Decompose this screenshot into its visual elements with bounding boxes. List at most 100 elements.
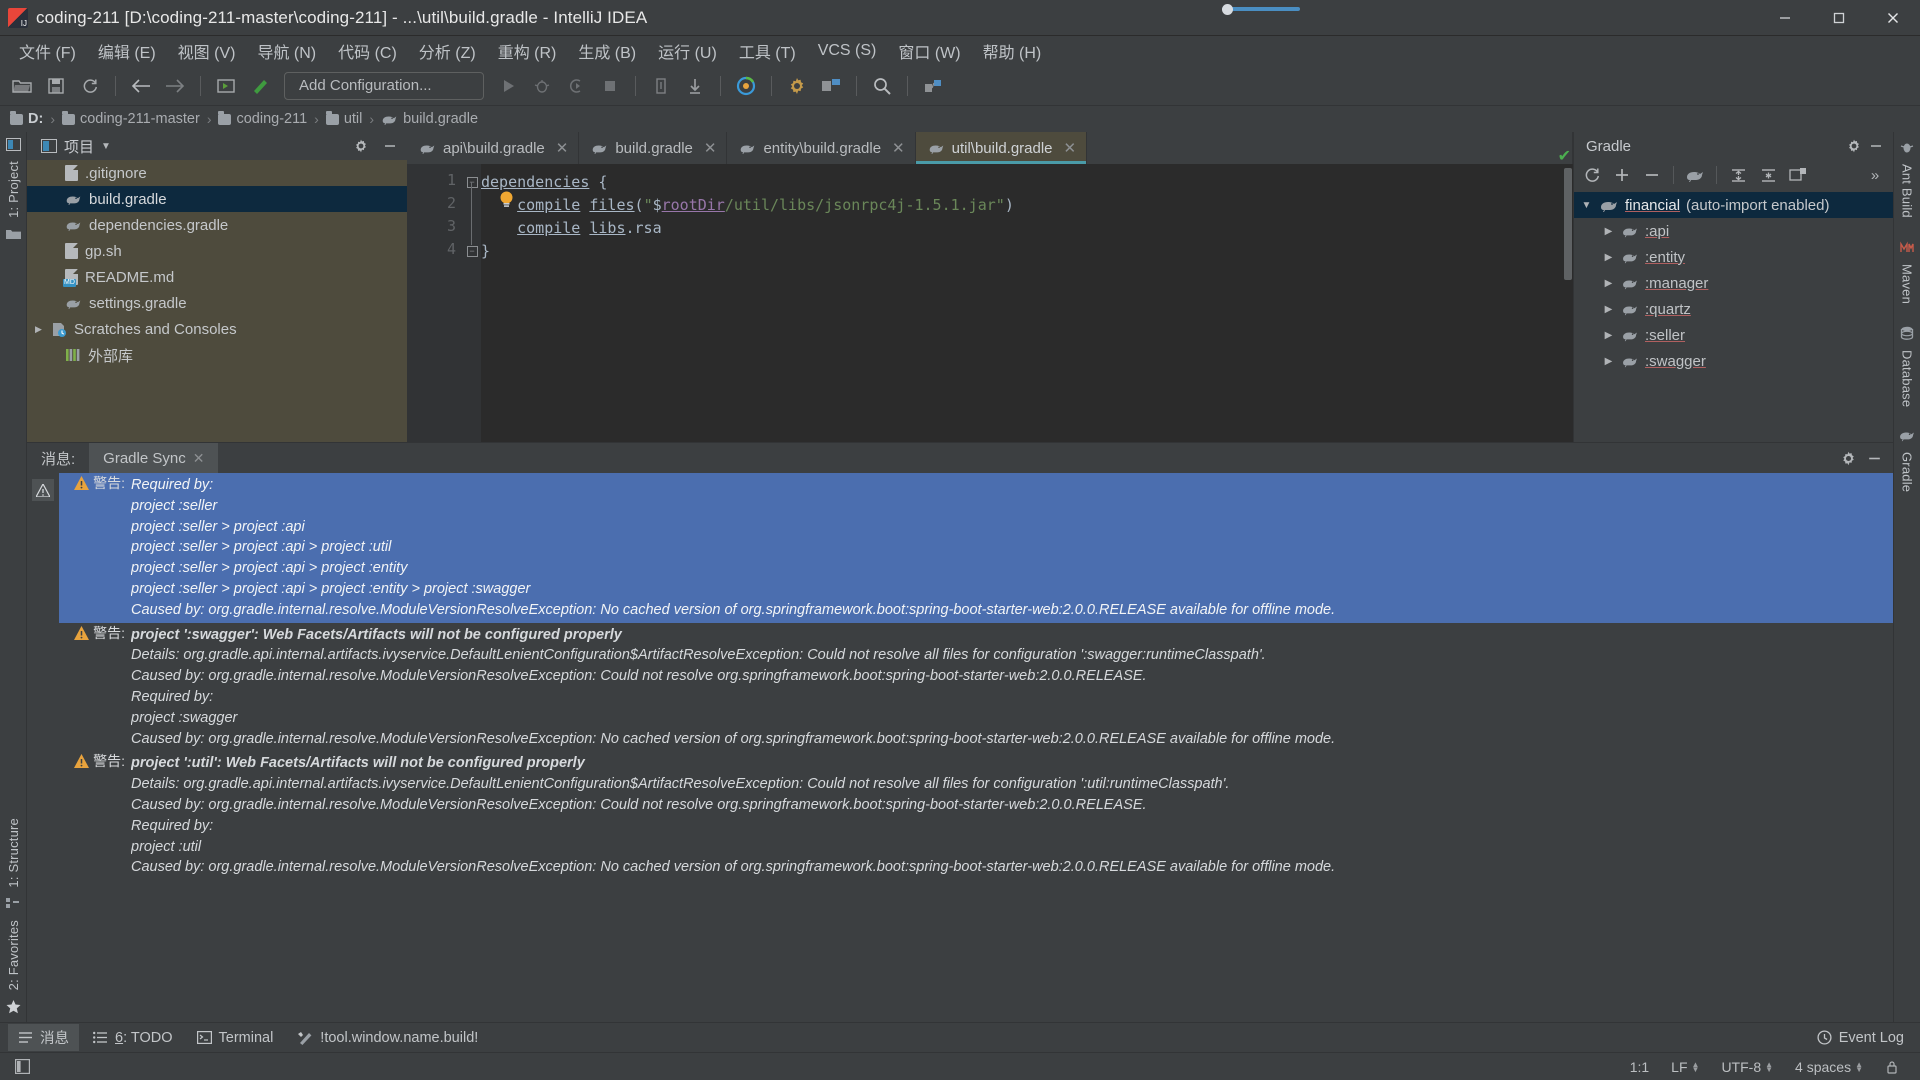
menu-run[interactable]: 运行 (U) xyxy=(647,36,728,66)
title-progress-slider[interactable] xyxy=(1222,4,1300,15)
sidebar-item-ant-build[interactable]: Ant Build xyxy=(1900,158,1915,224)
database-icon[interactable] xyxy=(1900,326,1914,340)
tree-item-dependencies-gradle[interactable]: ▶ dependencies.gradle xyxy=(27,212,407,238)
breadcrumb-item-drive[interactable]: D: xyxy=(10,110,43,127)
save-all-icon[interactable] xyxy=(40,71,72,101)
close-icon[interactable]: ✕ xyxy=(704,139,717,157)
editor-body[interactable]: 1 2 3 4 − − xyxy=(407,148,1573,442)
close-icon[interactable]: ✕ xyxy=(1064,139,1077,157)
gradle-root-financial[interactable]: ▼ financial (auto-import enabled) xyxy=(1574,192,1893,218)
caret-position[interactable]: 1:1 xyxy=(1619,1059,1660,1075)
expand-arrow-icon[interactable]: ▶ xyxy=(1602,278,1615,289)
sidebar-item-project[interactable]: 1: Project xyxy=(6,155,21,224)
stop-icon[interactable] xyxy=(594,71,626,101)
maven-icon[interactable] xyxy=(1900,240,1914,254)
menu-vcs[interactable]: VCS (S) xyxy=(807,39,888,63)
tree-item-settings-gradle[interactable]: ▶ settings.gradle xyxy=(27,290,407,316)
commit-icon[interactable] xyxy=(679,71,711,101)
bottom-button-terminal[interactable]: Terminal xyxy=(187,1027,284,1049)
line-separator[interactable]: LF ▲ ▼ xyxy=(1660,1059,1710,1075)
run-icon[interactable] xyxy=(492,71,524,101)
breadcrumb-item-coding-211[interactable]: coding-211 xyxy=(218,110,307,127)
structure-rail-icon[interactable] xyxy=(6,897,20,910)
menu-help[interactable]: 帮助 (H) xyxy=(972,36,1053,66)
warning-filter-icon[interactable] xyxy=(32,479,54,501)
toggle-tool-windows-button[interactable] xyxy=(10,1059,34,1074)
expand-arrow-icon[interactable]: ▶ xyxy=(1602,304,1615,315)
menu-tools[interactable]: 工具 (T) xyxy=(728,36,807,66)
indent-setting[interactable]: 4 spaces ▲ ▼ xyxy=(1784,1059,1874,1075)
messages-settings-gear-icon[interactable] xyxy=(1837,447,1859,469)
project-hide-button[interactable] xyxy=(379,135,401,157)
sidebar-item-gradle[interactable]: Gradle xyxy=(1900,446,1915,498)
breadcrumb-item-util[interactable]: util xyxy=(325,110,362,127)
editor-marker-bar[interactable]: ✔ xyxy=(1558,148,1573,442)
tree-item-readme-md[interactable]: ▶ MD README.md xyxy=(27,264,407,290)
messages-tab-gradle-sync[interactable]: Gradle Sync ✕ xyxy=(89,443,219,473)
bottom-button-todo[interactable]: 6: TODO xyxy=(83,1027,183,1049)
sync-refresh-icon[interactable] xyxy=(74,71,106,101)
maximize-button[interactable] xyxy=(1812,0,1866,36)
sidebar-item-favorites[interactable]: 2: Favorites xyxy=(6,914,21,996)
folder-rail-icon[interactable] xyxy=(5,228,21,240)
menu-navigate[interactable]: 导航 (N) xyxy=(246,36,327,66)
gradle-module-quartz[interactable]: ▶ :quartz xyxy=(1574,296,1893,322)
project-settings-gear-icon[interactable] xyxy=(350,135,372,157)
collapse-all-icon[interactable] xyxy=(1754,162,1782,188)
back-arrow-icon[interactable] xyxy=(125,71,157,101)
gradle-rail-icon[interactable] xyxy=(1898,429,1916,442)
fold-end-icon[interactable]: − xyxy=(463,240,481,263)
ide-update-icon[interactable] xyxy=(730,71,762,101)
file-encoding[interactable]: UTF-8 ▲ ▼ xyxy=(1710,1059,1784,1075)
tree-item-gitignore[interactable]: ▶ .gitignore xyxy=(27,160,407,186)
refresh-all-projects-icon[interactable] xyxy=(1578,162,1606,188)
gradle-module-seller[interactable]: ▶ :seller xyxy=(1574,322,1893,348)
project-tree[interactable]: ▶ .gitignore ▶ build.gradle ▶ dep xyxy=(27,160,407,442)
sidebar-item-database[interactable]: Database xyxy=(1900,344,1915,413)
breadcrumb-item-coding-211-master[interactable]: coding-211-master xyxy=(61,110,200,127)
project-structure-icon[interactable] xyxy=(815,71,847,101)
open-project-icon[interactable] xyxy=(6,71,38,101)
attach-gradle-project-icon[interactable] xyxy=(1608,162,1636,188)
tree-item-external-libraries[interactable]: ▶ 外部库 xyxy=(27,342,407,368)
inspection-ok-icon[interactable]: ✔ xyxy=(1558,146,1571,166)
sidebar-item-structure[interactable]: 1: Structure xyxy=(6,812,21,894)
message-group-swagger[interactable]: 警告: project ':swagger': Web Facets/Artif… xyxy=(59,623,1893,752)
fold-collapse-icon[interactable]: − xyxy=(463,171,481,194)
menu-window[interactable]: 窗口 (W) xyxy=(887,36,971,66)
editor-tab-entity-build-gradle[interactable]: entity\build.gradle ✕ xyxy=(727,132,916,164)
minimize-button[interactable] xyxy=(1758,0,1812,36)
make-module-icon[interactable] xyxy=(244,71,276,101)
menu-analyze[interactable]: 分析 (Z) xyxy=(408,36,487,66)
forward-arrow-icon[interactable] xyxy=(159,71,191,101)
git-branch-indicator[interactable] xyxy=(1874,1060,1910,1074)
breadcrumb-item-build-gradle[interactable]: build.gradle xyxy=(381,111,478,127)
expand-arrow-icon[interactable]: ▶ xyxy=(1602,330,1615,341)
bottom-button-build[interactable]: !tool.window.name.build! xyxy=(287,1027,488,1049)
menu-refactor[interactable]: 重构 (R) xyxy=(487,36,568,66)
expand-all-icon[interactable] xyxy=(1724,162,1752,188)
menu-code[interactable]: 代码 (C) xyxy=(327,36,408,66)
execute-gradle-task-icon[interactable] xyxy=(1681,162,1709,188)
intention-bulb-icon[interactable] xyxy=(499,191,514,207)
ant-build-icon[interactable] xyxy=(1900,140,1914,154)
close-icon[interactable]: ✕ xyxy=(193,450,205,467)
gradle-settings-icon[interactable] xyxy=(1784,162,1812,188)
favorites-star-icon[interactable] xyxy=(6,1000,21,1014)
editor-fold-column[interactable]: − − xyxy=(463,164,481,442)
project-window-icon[interactable] xyxy=(5,138,21,151)
gradle-settings-gear-icon[interactable] xyxy=(1843,135,1865,157)
tree-item-scratches-and-consoles[interactable]: ▶ Scratches and Consoles xyxy=(27,316,407,342)
messages-hide-button[interactable] xyxy=(1863,447,1885,469)
expand-arrow-icon[interactable]: ▶ xyxy=(1602,226,1615,237)
more-options-icon[interactable]: » xyxy=(1861,162,1889,188)
editor-tab-build-gradle[interactable]: build.gradle ✕ xyxy=(579,132,728,164)
code-content[interactable]: dependencies { compile files("$rootDir/u… xyxy=(481,164,1559,442)
detach-gradle-project-icon[interactable] xyxy=(1638,162,1666,188)
gradle-module-manager[interactable]: ▶ :manager xyxy=(1574,270,1893,296)
messages-list[interactable]: 警告: Required by: project :seller project… xyxy=(59,473,1893,1022)
expand-arrow-icon[interactable]: ▶ xyxy=(1602,356,1615,367)
close-button[interactable] xyxy=(1866,0,1920,36)
event-log-button[interactable]: Event Log xyxy=(1817,1030,1920,1046)
build-project-icon[interactable] xyxy=(210,71,242,101)
